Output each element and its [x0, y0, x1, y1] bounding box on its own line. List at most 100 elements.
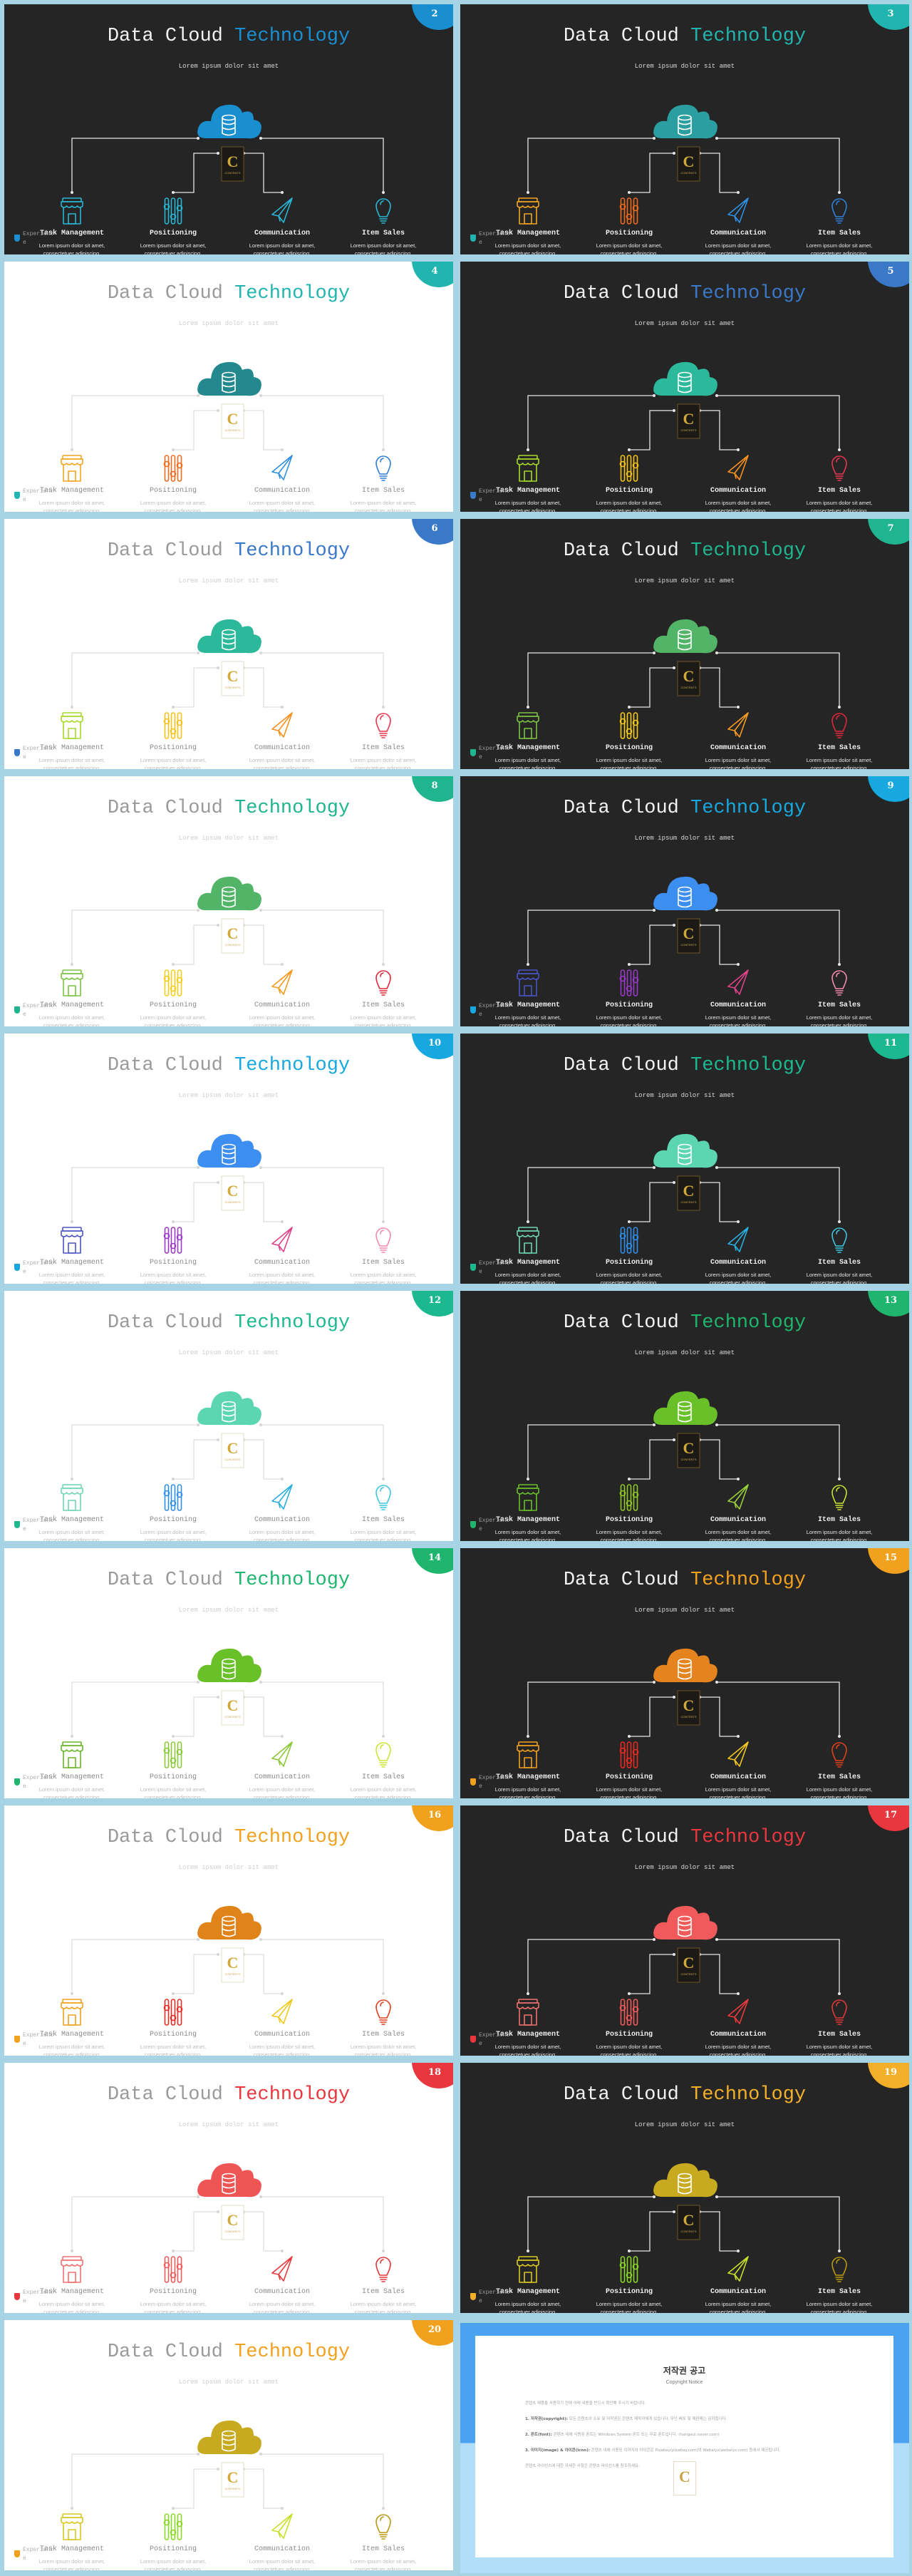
slide-number: 6: [431, 523, 438, 534]
feature-label: Positioning: [605, 1259, 653, 1267]
lightbulb-icon: [831, 1999, 847, 2025]
feature-description: Lorem ipsum dolor sit amet, consectetuer …: [579, 242, 679, 254]
shield-icon: [470, 2036, 476, 2043]
description-line: consectetuer adipiscing.: [43, 1279, 101, 1284]
description-line: consectetuer adipiscing.: [709, 1022, 767, 1026]
description-line: consectetuer adipiscing.: [43, 250, 101, 254]
description-line: consectetuer adipiscing.: [810, 508, 869, 512]
feature-label: Positioning: [149, 1001, 197, 1009]
slide-thumbnail-3[interactable]: C CONTENTS 3 Data Cloud Technology Lorem …: [456, 0, 912, 257]
slide-thumbnail-2[interactable]: C CONTENTS 2 Data Cloud Technology Lorem …: [0, 0, 456, 257]
connector-dot: [715, 394, 718, 397]
connector-dot: [737, 191, 740, 194]
shield-icon: [14, 1264, 20, 1271]
slide-title: Data Cloud Technology: [460, 1312, 909, 1334]
sliders-icon: [163, 1741, 183, 1768]
connector-dot: [653, 2195, 656, 2198]
connector-dot: [217, 924, 219, 927]
database-cloud-icon: [653, 1905, 717, 1940]
description-line: consectetuer adipiscing.: [810, 1537, 869, 1541]
shield-icon: [14, 2293, 20, 2300]
shield-icon: [470, 1521, 476, 1528]
description-line: Lorem ipsum dolor sit amet,: [140, 242, 207, 249]
footer-text: Experience: [23, 1775, 54, 1790]
feature-label: Positioning: [605, 1516, 653, 1524]
feature-item: Item Sales Lorem ipsum dolor sit amet, con…: [789, 2288, 889, 2313]
slide-number: 13: [884, 1295, 898, 1306]
slide-thumbnail-copyright[interactable]: 저작권 공고 Copyright Notice 콘텐츠 제품을 사용하기 전에 …: [456, 2319, 912, 2576]
description-line: Lorem ipsum dolor sit amet,: [249, 2558, 316, 2565]
slide-thumbnail-9[interactable]: C CONTENTS 9 Data Cloud Technology Lorem …: [456, 772, 912, 1029]
slide-thumbnail-14[interactable]: C CONTENTS 14 Data Cloud Technology Lorem…: [0, 1544, 456, 1801]
svg-text:CONTENTS: CONTENTS: [225, 943, 241, 947]
slide-subtitle: Lorem ipsum dolor sit amet: [178, 1864, 279, 1871]
svg-text:CONTENTS: CONTENTS: [225, 2230, 241, 2233]
description-line: consectetuer adipiscing.: [43, 508, 101, 512]
shield-icon: [470, 1778, 476, 1786]
description-line: consectetuer adipiscing.: [600, 1022, 658, 1026]
slide-thumbnail-4[interactable]: C CONTENTS 4 Data Cloud Technology Lorem …: [0, 257, 456, 515]
slide-thumbnail-11[interactable]: C CONTENTS 11 Data Cloud Technology Lorem…: [456, 1029, 912, 1287]
slide-thumbnail-5[interactable]: C CONTENTS 5 Data Cloud Technology Lorem …: [456, 257, 912, 515]
slide: C CONTENTS 20 Data Cloud Technology Lorem…: [4, 2320, 453, 2570]
feature-label: Positioning: [605, 1001, 653, 1009]
connector-dot: [281, 2250, 284, 2252]
description-line: consectetuer adipiscing.: [354, 2566, 413, 2570]
slide-subtitle: Lorem ipsum dolor sit amet: [178, 1092, 279, 1099]
feature-item: Communication Lorem ipsum dolor sit amet,…: [688, 1773, 788, 1798]
slide-grid: C CONTENTS 2 Data Cloud Technology Lorem …: [0, 0, 912, 2576]
feature-label: Item Sales: [361, 1516, 405, 1524]
slide-thumbnail-13[interactable]: C CONTENTS 13 Data Cloud Technology Lorem…: [456, 1287, 912, 1544]
slide-thumbnail-12[interactable]: C CONTENTS 12 Data Cloud Technology Lorem…: [0, 1287, 456, 1544]
description-line: Lorem ipsum dolor sit amet,: [140, 500, 207, 506]
feature-label: Communication: [254, 744, 310, 752]
connector-line: [629, 1182, 674, 1222]
slide-thumbnail-7[interactable]: C CONTENTS 7 Data Cloud Technology Lorem …: [456, 515, 912, 772]
connector-line: [700, 667, 738, 708]
connector-dot: [217, 1696, 219, 1699]
description-line: consectetuer adipiscing.: [144, 508, 202, 512]
footer-text: Experience: [479, 1003, 510, 1018]
feature-label: Communication: [254, 1259, 310, 1267]
slide-title: Data Cloud Technology: [460, 26, 909, 47]
feature-label: Positioning: [605, 744, 653, 752]
feature-label: Item Sales: [817, 2031, 861, 2039]
connector-dot: [653, 1681, 656, 1684]
connector-dot: [838, 706, 841, 709]
feature-description: Lorem ipsum dolor sit amet, consectetuer …: [333, 242, 433, 254]
description-line: Lorem ipsum dolor sit amet,: [705, 1272, 772, 1278]
slide-thumbnail-6[interactable]: C CONTENTS 6 Data Cloud Technology Lorem …: [0, 515, 456, 772]
slide-thumbnail-20[interactable]: C CONTENTS 20 Data Cloud Technology Lorem…: [0, 2316, 456, 2573]
feature-item: Positioning Lorem ipsum dolor sit amet, co…: [579, 1773, 679, 1798]
connector-dot: [197, 2195, 200, 2198]
store-icon: [61, 1741, 83, 1768]
connector-dot: [382, 191, 385, 194]
slide-number: 9: [887, 780, 894, 791]
description-line: consectetuer adipiscing.: [144, 2051, 202, 2056]
svg-text:CONTENTS: CONTENTS: [225, 1715, 241, 1719]
slide-thumbnail-8[interactable]: C CONTENTS 8 Data Cloud Technology Lorem …: [0, 772, 456, 1029]
connector-line: [244, 667, 282, 708]
feature-label: Communication: [254, 2288, 310, 2296]
description-line: Lorem ipsum dolor sit amet,: [140, 1272, 207, 1278]
slide-thumbnail-18[interactable]: C CONTENTS 18 Data Cloud Technology Lorem…: [0, 2059, 456, 2316]
description-line: Lorem ipsum dolor sit amet,: [705, 757, 772, 763]
description-line: consectetuer adipiscing.: [144, 1279, 202, 1284]
svg-text:CONTENTS: CONTENTS: [681, 428, 697, 432]
slide-thumbnail-17[interactable]: C CONTENTS 17 Data Cloud Technology Lorem…: [456, 1801, 912, 2059]
connector-dot: [737, 963, 740, 966]
slide-thumbnail-19[interactable]: C CONTENTS 19 Data Cloud Technology Lorem…: [456, 2059, 912, 2316]
slide-thumbnail-15[interactable]: C CONTENTS 15 Data Cloud Technology Lorem…: [456, 1544, 912, 1801]
svg-text:C: C: [227, 924, 239, 942]
connector-dot: [172, 1478, 175, 1480]
svg-text:CONTENTS: CONTENTS: [225, 1200, 241, 1204]
slide-title: Data Cloud Technology: [460, 2084, 909, 2106]
footer-text: Experience: [23, 1003, 54, 1018]
connector-line: [629, 1696, 674, 1737]
slide-number: 18: [428, 2067, 442, 2078]
slide-thumbnail-16[interactable]: C CONTENTS 16 Data Cloud Technology Lorem…: [0, 1801, 456, 2059]
lightbulb-icon: [831, 2257, 847, 2282]
slide-thumbnail-10[interactable]: C CONTENTS 10 Data Cloud Technology Lorem…: [0, 1029, 456, 1287]
shield-icon: [470, 492, 476, 499]
description-line: Lorem ipsum dolor sit amet,: [806, 500, 873, 506]
